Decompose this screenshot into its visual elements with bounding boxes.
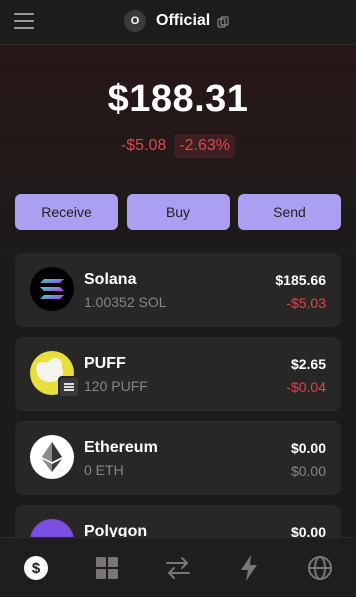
token-value: $185.66 xyxy=(275,272,326,288)
account-switcher[interactable]: O Official xyxy=(124,9,229,33)
token-balance: 1.00352 SOL xyxy=(84,294,167,310)
solana-badge-icon xyxy=(58,376,80,398)
token-balance: 120 PUFF xyxy=(84,378,148,394)
send-button[interactable]: Send xyxy=(238,194,341,230)
lightning-icon xyxy=(241,554,258,581)
menu-icon[interactable] xyxy=(14,13,34,29)
nav-swap[interactable] xyxy=(164,554,192,582)
token-value: $0.00 xyxy=(290,440,326,456)
grid-icon xyxy=(95,556,118,579)
ethereum-icon xyxy=(30,435,74,479)
solana-icon xyxy=(30,267,74,311)
account-avatar: O xyxy=(124,10,146,32)
account-name: Official xyxy=(156,12,211,29)
token-change: $0.00 xyxy=(290,463,326,479)
nav-collectibles[interactable] xyxy=(93,554,121,582)
nav-wallet[interactable]: $ xyxy=(22,554,50,582)
nav-explore[interactable] xyxy=(306,554,334,582)
token-change: -$5.03 xyxy=(286,295,326,311)
swap-arrows-icon xyxy=(165,556,190,579)
total-balance: $188.31 xyxy=(107,78,249,120)
copy-icon[interactable] xyxy=(217,16,229,28)
token-name: Solana xyxy=(84,271,137,288)
bottom-nav: $ xyxy=(0,537,356,597)
token-balance: 0 ETH xyxy=(84,462,124,478)
token-row-puff[interactable]: PUFF 120 PUFF $2.65 -$0.04 xyxy=(15,337,341,411)
puff-icon xyxy=(30,351,80,398)
token-name: Ethereum xyxy=(84,439,158,456)
top-bar: O Official xyxy=(0,0,356,45)
receive-button[interactable]: Receive xyxy=(15,194,118,230)
buy-button[interactable]: Buy xyxy=(126,194,230,230)
token-row-ethereum[interactable]: Ethereum 0 ETH $0.00 $0.00 xyxy=(15,421,341,495)
change-usd: -$5.08 xyxy=(120,137,167,154)
token-value: $2.65 xyxy=(290,356,326,372)
token-change: -$0.04 xyxy=(286,379,326,395)
token-row-solana[interactable]: Solana 1.00352 SOL $185.66 -$5.03 xyxy=(15,253,341,327)
action-buttons: Receive Buy Send xyxy=(15,194,341,230)
nav-activity[interactable] xyxy=(235,554,263,582)
dollar-icon: $ xyxy=(23,555,48,580)
svg-text:$: $ xyxy=(31,560,40,577)
balance-change: -$5.08 -2.63% xyxy=(0,134,356,158)
globe-icon xyxy=(308,555,333,580)
change-percent-badge: -2.63% xyxy=(174,134,236,158)
token-name: PUFF xyxy=(84,355,126,372)
